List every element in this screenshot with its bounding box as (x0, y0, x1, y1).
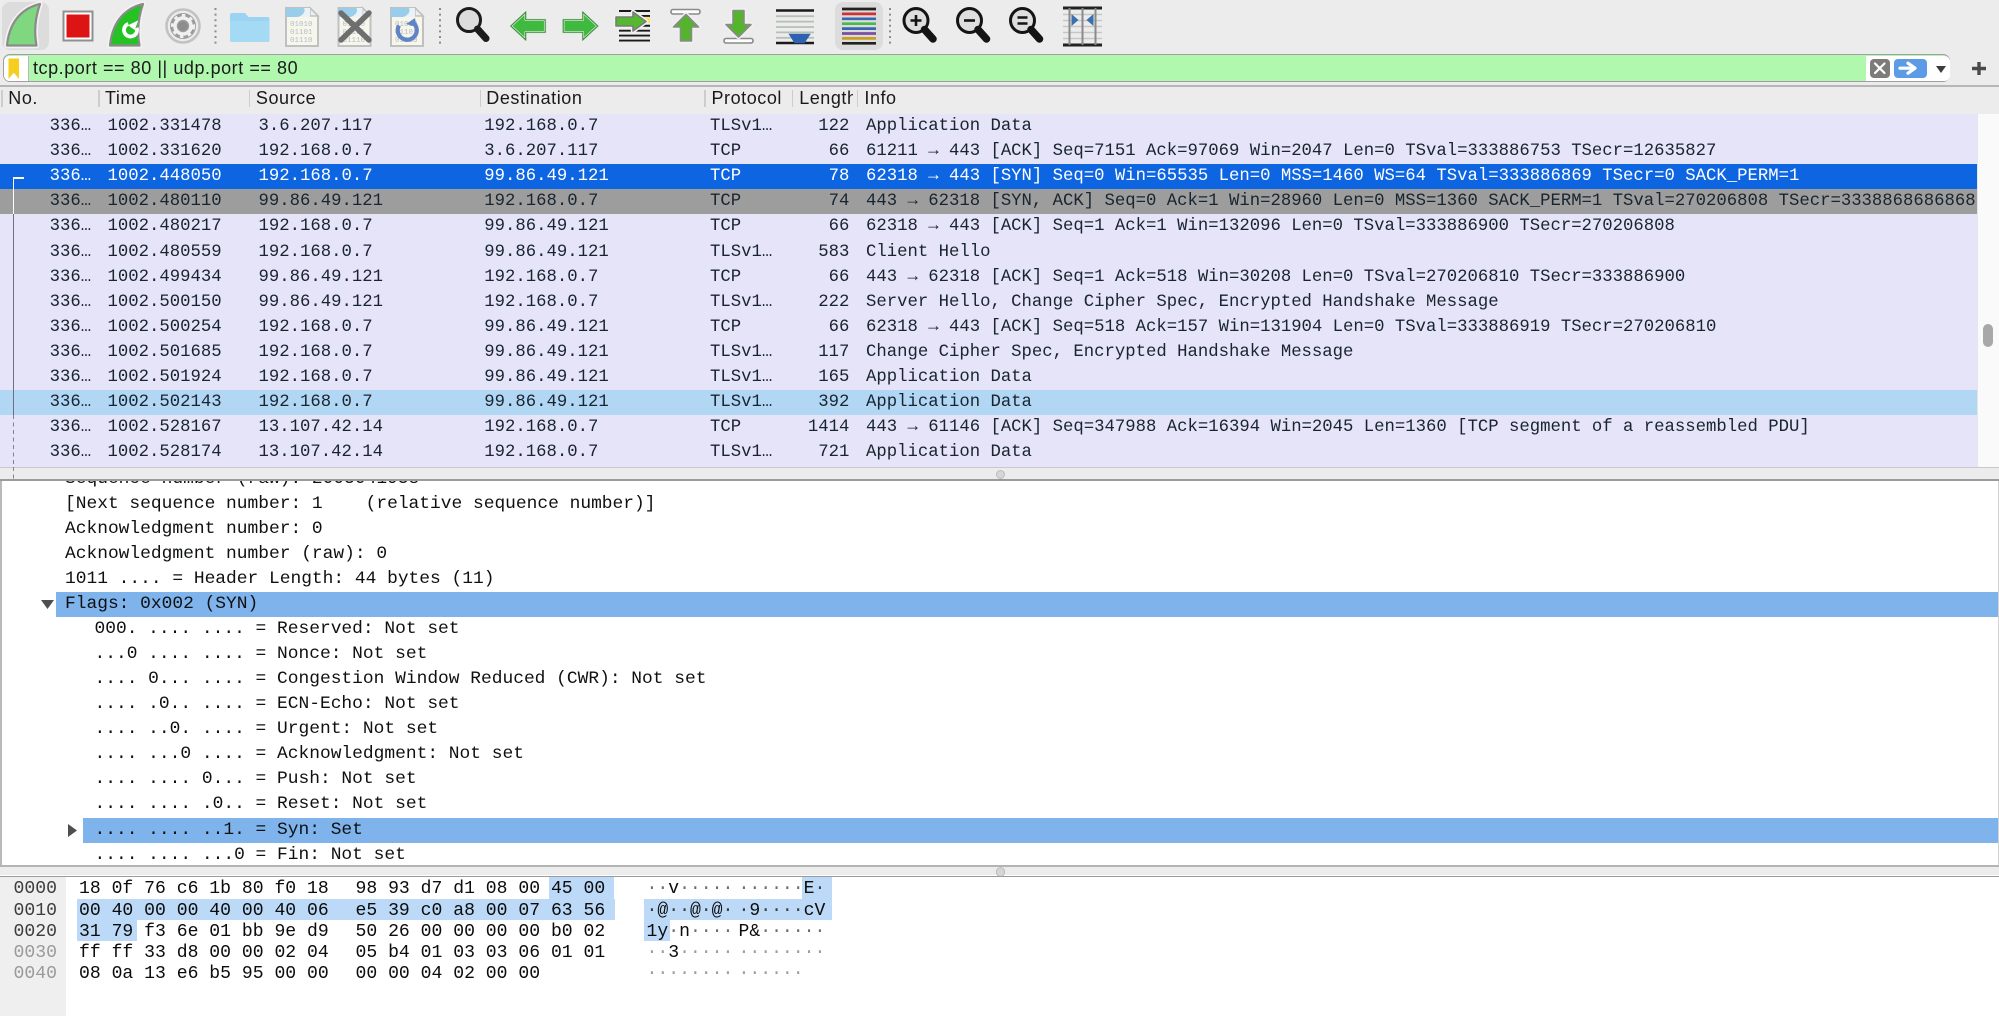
svg-text:01010: 01010 (290, 21, 313, 29)
svg-text:01110: 01110 (290, 37, 313, 45)
svg-text:01101: 01101 (290, 29, 313, 37)
